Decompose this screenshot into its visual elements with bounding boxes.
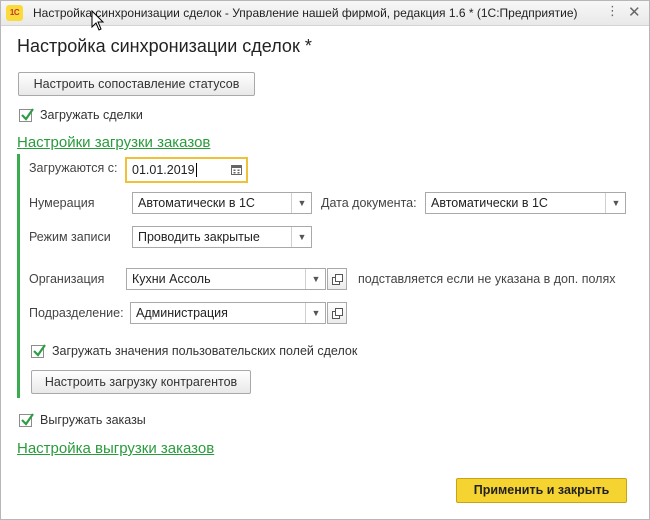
organization-label: Организация: [29, 272, 105, 286]
upload-orders-checkbox[interactable]: [19, 413, 34, 427]
mouse-cursor-icon: [91, 10, 105, 31]
chevron-down-icon[interactable]: ▼: [291, 227, 312, 247]
numbering-label: Нумерация: [29, 196, 95, 210]
division-label: Подразделение:: [29, 306, 124, 320]
load-deals-checkbox[interactable]: [19, 108, 34, 122]
chevron-down-icon[interactable]: ▼: [305, 303, 326, 323]
load-deals-label: Загружать сделки: [40, 108, 143, 122]
write-mode-value: Проводить закрытые: [138, 230, 260, 244]
chevron-down-icon[interactable]: ▼: [305, 269, 326, 289]
text-caret: [196, 163, 197, 177]
checkmark-icon: [33, 344, 46, 357]
more-actions-icon[interactable]: ⋮: [606, 3, 619, 19]
write-mode-select[interactable]: Проводить закрытые ▼: [132, 226, 312, 248]
load-custom-fields-checkbox[interactable]: [31, 344, 46, 358]
checkmark-icon: [21, 108, 34, 121]
settings-window: 1С Настройка синхронизации сделок - Упра…: [0, 0, 650, 520]
calendar-icon[interactable]: [231, 164, 242, 175]
organization-open-button[interactable]: [327, 268, 347, 290]
write-mode-label: Режим записи: [29, 230, 111, 244]
division-value: Администрация: [136, 306, 228, 320]
organization-value: Кухни Ассоль: [132, 272, 211, 286]
organization-note: подставляется если не указана в доп. пол…: [358, 272, 616, 286]
contractors-settings-button[interactable]: Настроить загрузку контрагентов: [31, 370, 251, 394]
date-from-label: Загружаются с:: [29, 161, 118, 175]
open-form-icon: [332, 274, 343, 285]
app-logo-icon: 1С: [6, 5, 23, 21]
division-open-button[interactable]: [327, 302, 347, 324]
load-settings-link[interactable]: Настройки загрузки заказов: [17, 134, 210, 151]
window-title: Настройка синхронизации сделок - Управле…: [33, 6, 578, 20]
upload-orders-label: Выгружать заказы: [40, 413, 146, 427]
doc-date-select[interactable]: Автоматически в 1С ▼: [425, 192, 626, 214]
numbering-select[interactable]: Автоматически в 1С ▼: [132, 192, 312, 214]
chevron-down-icon[interactable]: ▼: [291, 193, 312, 213]
date-from-input[interactable]: 01.01.2019: [125, 157, 248, 183]
load-group-indicator: [17, 154, 20, 398]
form-title: Настройка синхронизации сделок *: [17, 36, 312, 56]
numbering-value: Автоматически в 1С: [138, 196, 255, 210]
chevron-down-icon[interactable]: ▼: [605, 193, 626, 213]
doc-date-value: Автоматически в 1С: [431, 196, 548, 210]
load-custom-fields-label: Загружать значения пользовательских поле…: [52, 344, 358, 358]
open-form-icon: [332, 308, 343, 319]
doc-date-label: Дата документа:: [321, 196, 417, 210]
upload-settings-link[interactable]: Настройка выгрузки заказов: [17, 440, 214, 457]
map-statuses-button[interactable]: Настроить сопоставление статусов: [18, 72, 255, 96]
close-icon[interactable]: ✕: [628, 3, 641, 21]
checkmark-icon: [21, 413, 34, 426]
organization-select[interactable]: Кухни Ассоль ▼: [126, 268, 326, 290]
apply-and-close-button[interactable]: Применить и закрыть: [456, 478, 627, 503]
division-select[interactable]: Администрация ▼: [130, 302, 326, 324]
date-from-value: 01.01.2019: [132, 163, 195, 177]
